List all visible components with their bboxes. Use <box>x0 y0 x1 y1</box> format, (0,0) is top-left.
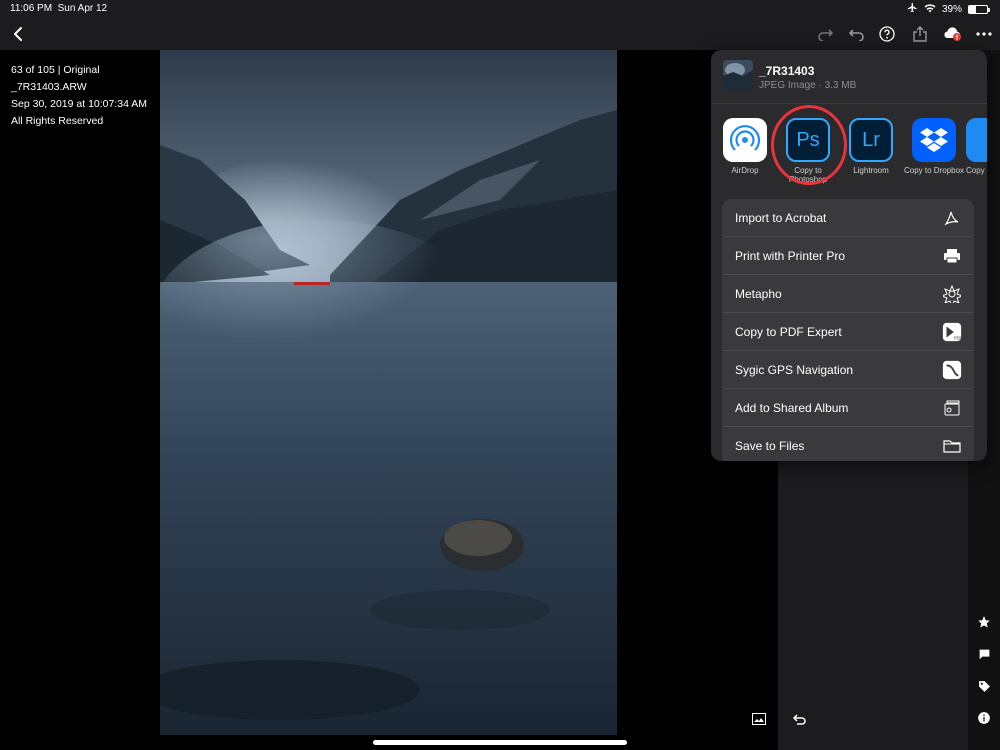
pdf-expert-icon: PDF <box>942 322 962 342</box>
photo-canvas[interactable] <box>160 50 617 735</box>
action-add-to-shared-album[interactable]: Add to Shared Album <box>722 389 974 427</box>
status-bar: 11:06 PM Sun Apr 12 39% <box>0 0 1000 18</box>
photo-position: 63 of 105 | Original <box>11 64 100 76</box>
tag-icon <box>978 680 990 692</box>
undo-button[interactable] <box>847 24 867 44</box>
shared-album-icon <box>942 398 962 418</box>
photo-datetime: Sep 30, 2019 at 10:07:34 AM <box>11 98 148 110</box>
share-sheet: _7R31403 JPEG Image · 3.3 MB AirDrop Ps … <box>711 50 987 461</box>
undo-icon <box>849 29 864 41</box>
lightroom-icon: Lr <box>849 118 893 162</box>
svg-text:PDF: PDF <box>954 335 962 340</box>
home-indicator[interactable] <box>373 740 627 745</box>
cloud-icon <box>944 27 961 41</box>
airplane-icon <box>907 2 918 16</box>
app-icon <box>966 118 987 162</box>
share-app-more[interactable]: Copy <box>966 118 987 175</box>
app-label: AirDrop <box>731 166 759 175</box>
revert-button[interactable] <box>792 712 808 726</box>
app-label: Lightroom <box>853 166 889 175</box>
cloud-sync-button[interactable] <box>942 24 962 44</box>
file-thumbnail <box>723 60 753 90</box>
share-sheet-header: _7R31403 JPEG Image · 3.3 MB <box>711 50 987 104</box>
photo-filename: _7R31403.ARW <box>11 81 87 93</box>
ellipsis-icon <box>976 32 992 36</box>
help-button[interactable] <box>877 24 897 44</box>
status-indicators: 39% <box>907 2 990 16</box>
action-import-to-acrobat[interactable]: Import to Acrobat <box>722 199 974 237</box>
compare-icon <box>752 713 766 725</box>
info-button[interactable] <box>976 710 992 726</box>
redo-icon <box>818 29 833 41</box>
landscape-photo <box>160 50 617 735</box>
chevron-left-icon <box>14 27 22 41</box>
action-print-with-printer-pro[interactable]: Print with Printer Pro <box>722 237 974 275</box>
battery-percent: 39% <box>941 3 962 15</box>
share-actions-list: Import to Acrobat Print with Printer Pro… <box>722 199 974 461</box>
action-metapho[interactable]: Metapho <box>722 275 974 313</box>
wifi-icon <box>924 3 936 16</box>
revert-icon <box>793 714 806 725</box>
share-button[interactable] <box>910 24 930 44</box>
dropbox-icon <box>912 118 956 162</box>
keywords-button[interactable] <box>976 678 992 694</box>
share-app-lightroom[interactable]: Lr Lightroom <box>840 118 902 175</box>
app-label: Copy <box>966 166 985 175</box>
status-time: 11:06 PM Sun Apr 12 <box>10 3 108 14</box>
folder-icon <box>942 436 962 456</box>
help-icon <box>879 26 895 42</box>
photo-metadata: 63 of 105 | Original _7R31403.ARW Sep 30… <box>11 62 147 130</box>
gps-navigation-icon <box>942 360 962 380</box>
star-icon <box>978 616 990 628</box>
acrobat-icon <box>942 208 962 228</box>
file-subtitle: JPEG Image · 3.3 MB <box>759 80 857 91</box>
comments-button[interactable] <box>976 646 992 662</box>
share-apps-row: AirDrop Ps Copy to Photoshop Lr Lightroo… <box>711 118 987 194</box>
airdrop-icon <box>723 118 767 162</box>
printer-icon <box>942 246 962 266</box>
redo-button[interactable] <box>815 24 835 44</box>
battery-icon <box>968 4 990 14</box>
app-label: Copy to Dropbox <box>903 166 965 175</box>
comment-icon <box>979 649 989 659</box>
share-app-airdrop[interactable]: AirDrop <box>714 118 776 175</box>
action-copy-to-pdf-expert[interactable]: Copy to PDF Expert PDF <box>722 313 974 351</box>
highlight-circle <box>771 105 847 185</box>
share-app-dropbox[interactable]: Copy to Dropbox <box>903 118 965 175</box>
rating-button[interactable] <box>976 614 992 630</box>
action-sygic-gps-navigation[interactable]: Sygic GPS Navigation <box>722 351 974 389</box>
back-button[interactable] <box>8 23 28 45</box>
more-button[interactable] <box>974 24 994 44</box>
share-icon <box>913 26 927 42</box>
metapho-icon <box>942 284 962 304</box>
action-save-to-files[interactable]: Save to Files <box>722 427 974 461</box>
top-toolbar <box>0 18 1000 50</box>
battery-level <box>969 5 977 13</box>
info-icon <box>978 712 990 724</box>
compare-button[interactable] <box>751 712 767 726</box>
photo-rights: All Rights Reserved <box>11 115 104 127</box>
file-title: _7R31403 <box>759 64 815 78</box>
